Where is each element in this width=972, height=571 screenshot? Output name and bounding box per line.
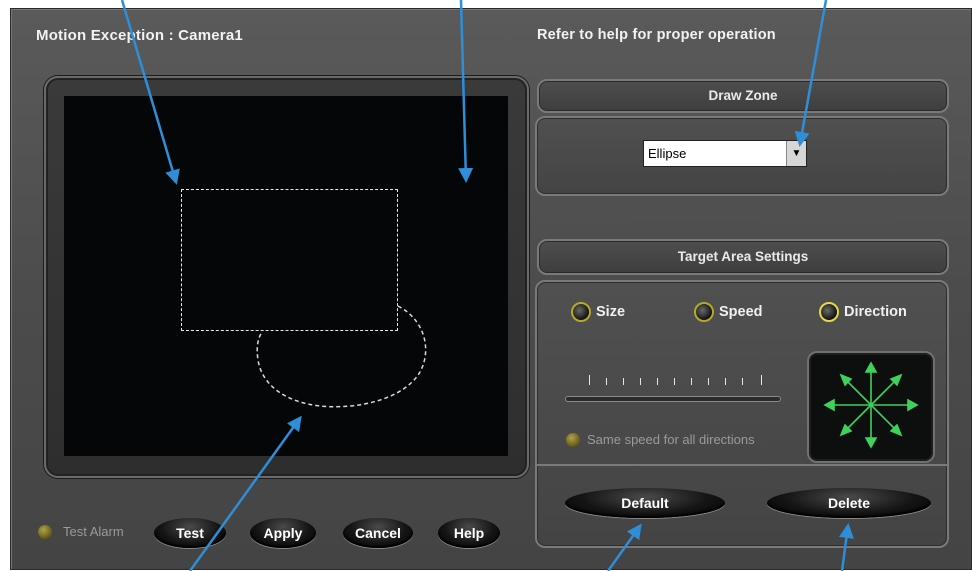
radio-speed[interactable]: Speed	[694, 302, 763, 322]
radio-size-label: Size	[596, 304, 626, 320]
zone-shape-select[interactable]: Ellipse ▼	[643, 140, 807, 167]
test-alarm-label: Test Alarm	[63, 524, 124, 539]
ellipse-zone	[256, 305, 427, 408]
radio-direction-label: Direction	[844, 304, 907, 320]
slider-track[interactable]	[565, 396, 781, 402]
slider-tick	[674, 378, 675, 385]
draw-zone-header: Draw Zone	[537, 79, 949, 113]
radio-dot-icon	[694, 302, 714, 322]
same-speed-led-icon[interactable]	[566, 433, 580, 447]
test-alarm-led-icon	[38, 525, 52, 539]
slider-tick	[708, 378, 709, 385]
slider-tick	[742, 378, 743, 385]
slider-tick	[640, 378, 641, 385]
radio-size[interactable]: Size	[571, 302, 625, 322]
same-speed-label: Same speed for all directions	[587, 432, 755, 447]
direction-arrows-icon	[823, 361, 919, 449]
slider-tick	[691, 378, 692, 385]
motion-exception-window: Motion Exception : Camera1 Refer to help…	[0, 0, 972, 571]
radio-dot-selected-icon	[819, 302, 839, 322]
radio-dot-icon	[571, 302, 591, 322]
chevron-down-icon[interactable]: ▼	[786, 141, 806, 166]
direction-widget[interactable]	[807, 351, 935, 463]
slider-tick	[761, 375, 762, 385]
test-button[interactable]: Test	[154, 518, 226, 548]
slider-tick	[657, 378, 658, 385]
divider	[535, 464, 947, 466]
slider-tick	[623, 378, 624, 385]
radio-direction[interactable]: Direction	[819, 302, 907, 322]
slider-tick	[725, 378, 726, 385]
help-button[interactable]: Help	[438, 518, 500, 548]
zone-shape-value: Ellipse	[648, 146, 687, 161]
cancel-button[interactable]: Cancel	[343, 518, 413, 548]
default-button[interactable]: Default	[565, 488, 725, 518]
delete-button[interactable]: Delete	[767, 488, 931, 518]
slider-tick	[606, 378, 607, 385]
target-area-header: Target Area Settings	[537, 239, 949, 275]
apply-button[interactable]: Apply	[250, 518, 316, 548]
radio-speed-label: Speed	[719, 304, 763, 320]
slider-tick	[589, 375, 590, 385]
